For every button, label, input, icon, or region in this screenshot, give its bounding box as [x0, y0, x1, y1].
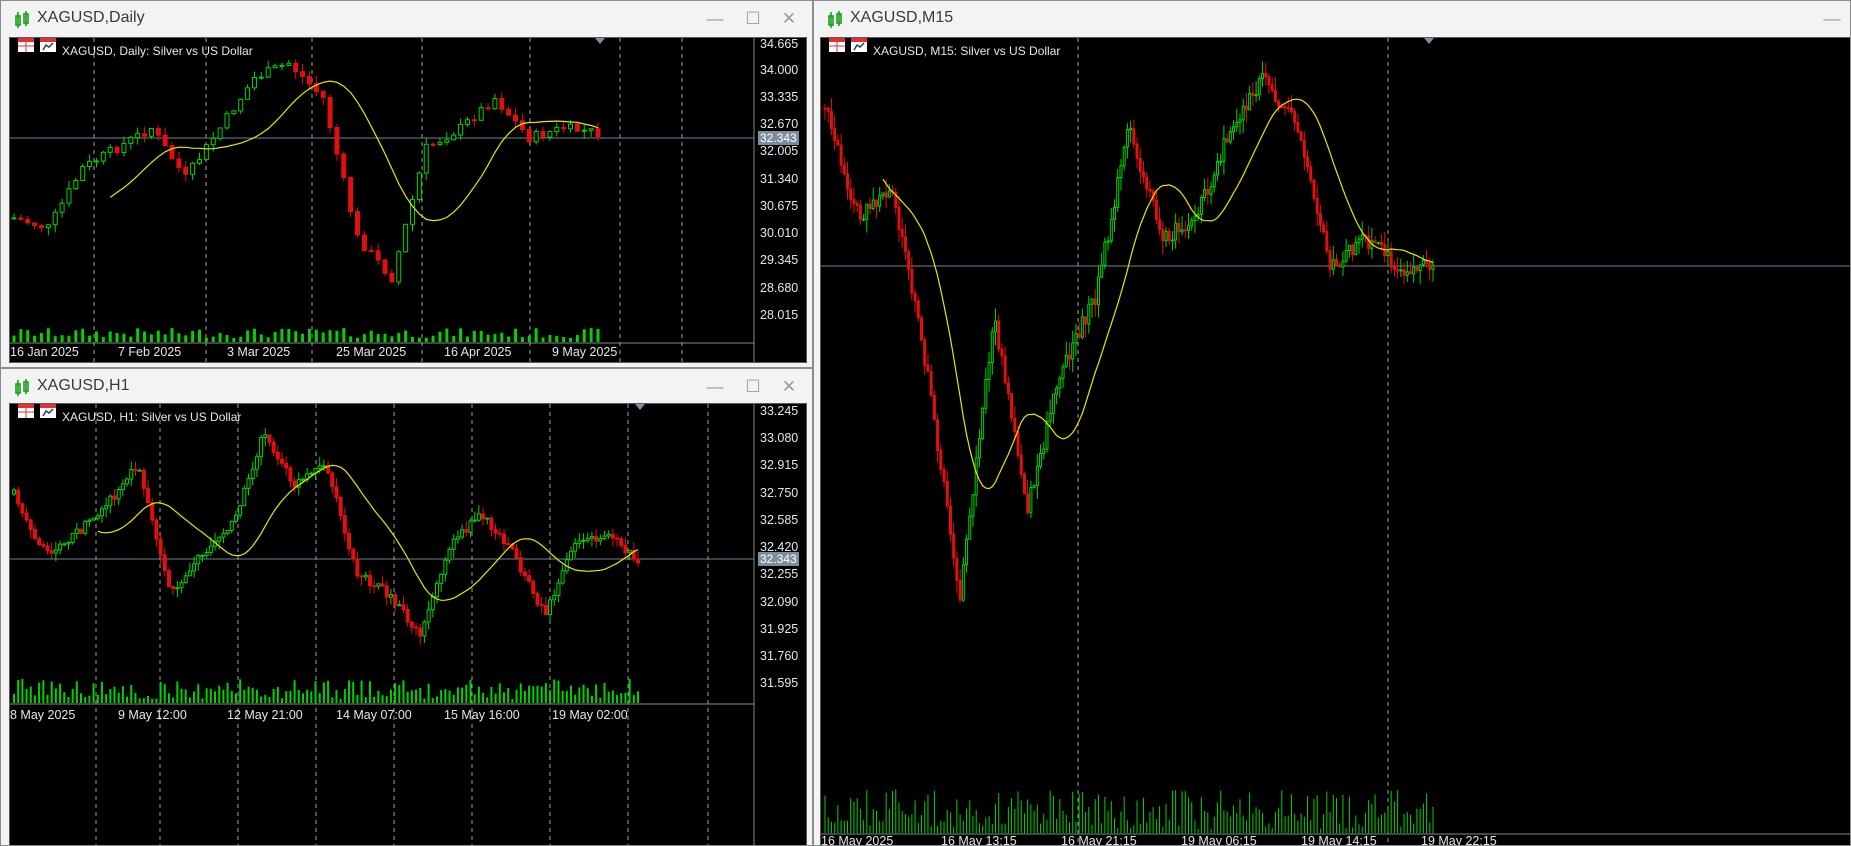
time-tick: 16 May 13:15 [941, 834, 1017, 846]
table-icon [18, 38, 34, 52]
time-tick: 16 Apr 2025 [444, 345, 512, 359]
time-tick: 3 Mar 2025 [227, 345, 291, 359]
minimize-button[interactable]: — [1818, 7, 1846, 31]
price-tick: 32.090 [760, 595, 799, 609]
price-tick: 29.345 [760, 253, 799, 267]
chart-area-daily[interactable]: XAGUSD, Daily: Silver vs US Dollar 34.66… [9, 37, 807, 363]
price-tick: 33.245 [760, 404, 799, 418]
price-tick: 32.255 [760, 567, 799, 581]
close-button[interactable]: ✕ [775, 7, 803, 31]
chart-canvas-h1 [10, 404, 755, 845]
time-tick: 25 Mar 2025 [336, 345, 407, 359]
window-title: XAGUSD,M15 [850, 9, 954, 26]
chart-symbol-label: XAGUSD, M15: Silver vs US Dollar [873, 44, 1061, 58]
candlestick-icon [15, 379, 29, 396]
time-tick: 16 Jan 2025 [10, 345, 79, 359]
current-price-tag: 32.343 [758, 552, 799, 566]
time-tick: 7 Feb 2025 [118, 345, 182, 359]
maximize-button[interactable]: ☐ [739, 7, 767, 31]
titlebar-daily[interactable]: XAGUSD,Daily — ☐ ✕ [1, 1, 812, 37]
table-icon [829, 38, 845, 52]
chart-symbol-label: XAGUSD, H1: Silver vs US Dollar [62, 410, 242, 424]
titlebar-h1[interactable]: XAGUSD,H1 — ☐ ✕ [1, 369, 812, 405]
titlebar-m15[interactable]: XAGUSD,M15 — [814, 1, 1850, 37]
price-tick: 31.760 [760, 649, 799, 663]
close-button[interactable]: ✕ [775, 375, 803, 399]
price-tick: 33.335 [760, 90, 799, 104]
price-tick: 30.675 [760, 199, 799, 213]
time-tick: 19 May 06:15 [1181, 834, 1257, 846]
minimize-button[interactable]: — [701, 375, 729, 399]
candlestick-icon [15, 11, 29, 28]
price-tick: 33.080 [760, 431, 799, 445]
time-tick: 12 May 21:00 [227, 708, 303, 722]
time-tick: 9 May 12:00 [118, 708, 187, 722]
current-price-tag: 32.343 [758, 131, 799, 145]
price-tick: 34.665 [760, 37, 799, 51]
price-tick: 32.670 [760, 117, 799, 131]
time-tick: 19 May 14:15 [1301, 834, 1377, 846]
maximize-button[interactable]: ☐ [739, 375, 767, 399]
time-tick: 9 May 2025 [552, 345, 618, 359]
price-tick: 28.015 [760, 308, 799, 322]
chart-settings-icon [40, 404, 56, 418]
time-tick: 8 May 2025 [10, 708, 76, 722]
price-tick: 34.000 [760, 63, 799, 77]
price-tick: 28.680 [760, 281, 799, 295]
window-title: XAGUSD,Daily [37, 9, 145, 26]
time-tick: 14 May 07:00 [336, 708, 412, 722]
chart-canvas-m15 [821, 38, 1850, 845]
time-tick: 16 May 2025 [821, 834, 894, 846]
window-title: XAGUSD,H1 [37, 377, 130, 394]
price-tick: 32.005 [760, 144, 799, 158]
chart-canvas-daily [10, 38, 755, 362]
time-tick: 15 May 16:00 [444, 708, 520, 722]
chart-area-h1[interactable]: XAGUSD, H1: Silver vs US Dollar 33.245 3… [9, 403, 807, 845]
table-icon [18, 404, 34, 418]
chart-settings-icon [851, 38, 867, 52]
price-tick: 32.585 [760, 513, 799, 527]
time-tick: 19 May 22:15 [1421, 834, 1497, 846]
price-tick: 31.925 [760, 622, 799, 636]
price-tick: 31.340 [760, 172, 799, 186]
price-tick: 32.750 [760, 486, 799, 500]
minimize-button[interactable]: — [701, 7, 729, 31]
time-tick: 16 May 21:15 [1061, 834, 1137, 846]
window-h1[interactable]: XAGUSD,H1 — ☐ ✕ XAGUSD, H1: Silver vs US… [0, 368, 813, 846]
price-tick: 30.010 [760, 226, 799, 240]
price-tick: 31.595 [760, 676, 799, 690]
chart-area-m15[interactable]: XAGUSD, M15: Silver vs US Dollar 16 May … [820, 37, 1850, 846]
candlestick-icon [828, 11, 842, 28]
window-daily[interactable]: XAGUSD,Daily — ☐ ✕ XAGUSD, Daily: Silver… [0, 0, 813, 368]
window-m15[interactable]: XAGUSD,M15 — XAGUSD, M15: Silver vs US D… [813, 0, 1851, 846]
chart-settings-icon [40, 38, 56, 52]
time-tick: 19 May 02:00 [552, 708, 628, 722]
price-tick: 32.915 [760, 458, 799, 472]
chart-symbol-label: XAGUSD, Daily: Silver vs US Dollar [62, 44, 253, 58]
